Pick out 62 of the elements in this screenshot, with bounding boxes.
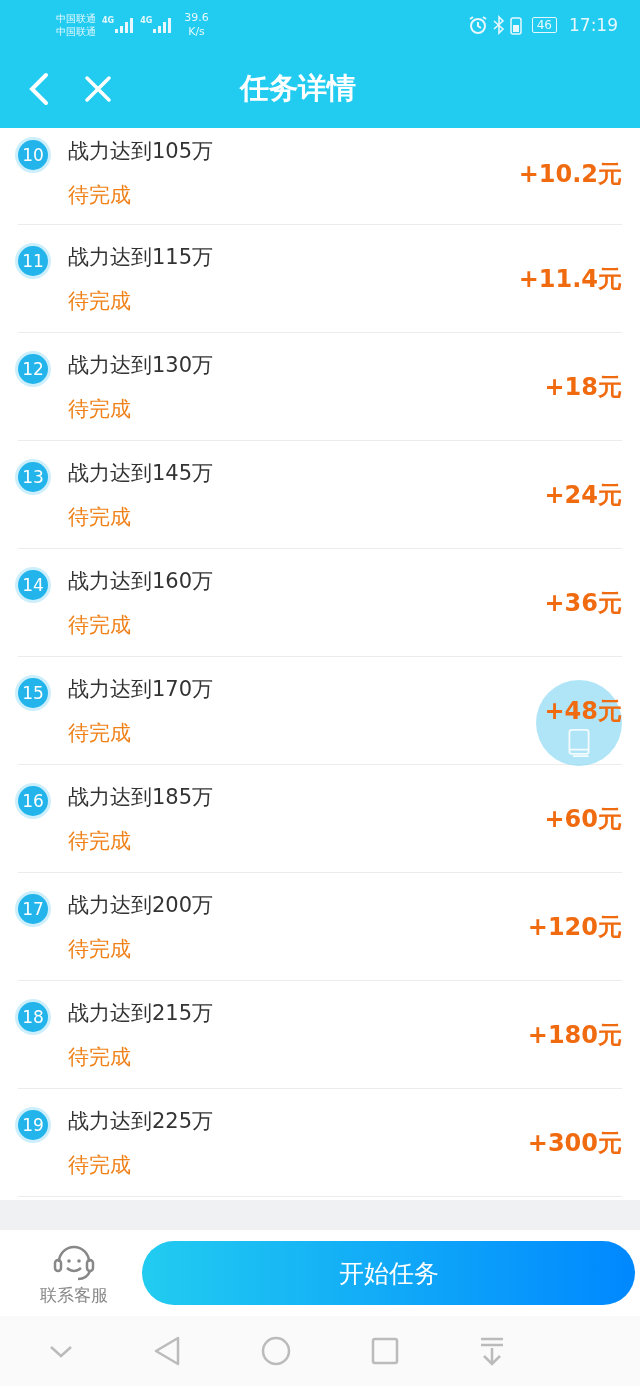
step-number: 16 bbox=[18, 785, 48, 816]
carrier-name: 中国联通 bbox=[56, 12, 96, 25]
step-number: 17 bbox=[18, 893, 48, 924]
recent-apps-icon[interactable] bbox=[370, 1336, 400, 1366]
step-number: 12 bbox=[18, 353, 48, 384]
task-reward: +11.4元 bbox=[518, 263, 622, 295]
step-number: 11 bbox=[18, 245, 48, 276]
task-status: 待完成 bbox=[68, 503, 132, 530]
task-title: 战力达到160万 bbox=[68, 567, 214, 594]
step-number: 14 bbox=[18, 569, 48, 600]
close-icon[interactable] bbox=[84, 75, 112, 103]
network-label: 4G bbox=[140, 16, 153, 25]
task-title: 战力达到115万 bbox=[68, 243, 214, 270]
task-status: 待完成 bbox=[68, 611, 132, 638]
book-icon bbox=[567, 728, 591, 758]
task-title: 战力达到170万 bbox=[68, 675, 214, 702]
task-status: 待完成 bbox=[68, 1151, 132, 1178]
bluetooth-icon bbox=[491, 15, 506, 35]
battery-level: 46 bbox=[531, 17, 557, 33]
network-speed: K/s bbox=[188, 25, 205, 39]
step-number: 18 bbox=[18, 1001, 48, 1032]
task-status: 待完成 bbox=[68, 287, 132, 314]
task-title: 战力达到185万 bbox=[68, 783, 214, 810]
back-icon[interactable] bbox=[28, 72, 50, 106]
back-icon[interactable] bbox=[152, 1335, 182, 1367]
task-reward: +24元 bbox=[544, 479, 622, 511]
home-icon[interactable] bbox=[260, 1335, 292, 1367]
network-label: 4G bbox=[102, 16, 115, 25]
task-status: 待完成 bbox=[68, 719, 132, 746]
step-number: 10 bbox=[18, 140, 48, 170]
step-number: 15 bbox=[18, 677, 48, 708]
step-number: 19 bbox=[18, 1109, 48, 1140]
collapse-icon[interactable] bbox=[48, 1343, 74, 1359]
page-title: 任务详情 bbox=[240, 70, 356, 107]
task-title: 战力达到105万 bbox=[68, 138, 214, 164]
task-title: 战力达到200万 bbox=[68, 891, 214, 918]
task-status: 待完成 bbox=[68, 935, 132, 962]
task-reward: +48元 bbox=[544, 695, 622, 727]
task-reward: +120元 bbox=[527, 911, 622, 943]
battery-saver-icon bbox=[509, 15, 522, 35]
task-reward: +180元 bbox=[527, 1019, 622, 1051]
task-status: 待完成 bbox=[68, 827, 132, 854]
customer-service-label[interactable]: 联系客服 bbox=[40, 1283, 108, 1307]
task-title: 战力达到145万 bbox=[68, 459, 214, 486]
notification-pull-icon[interactable] bbox=[478, 1336, 506, 1366]
task-title: 战力达到215万 bbox=[68, 999, 214, 1026]
task-title: 战力达到225万 bbox=[68, 1107, 214, 1134]
task-status: 待完成 bbox=[68, 1043, 132, 1070]
clock: 17:19 bbox=[569, 15, 618, 35]
step-number: 13 bbox=[18, 461, 48, 492]
carrier-name: 中国联通 bbox=[56, 25, 96, 38]
start-task-button[interactable]: 开始任务 bbox=[142, 1241, 635, 1305]
task-reward: +36元 bbox=[544, 587, 622, 619]
network-speed: 39.6 bbox=[184, 11, 209, 25]
task-title: 战力达到130万 bbox=[68, 351, 214, 378]
task-reward: +10.2元 bbox=[518, 159, 622, 190]
task-reward: +300元 bbox=[527, 1127, 622, 1159]
alarm-icon bbox=[467, 15, 488, 35]
task-reward: +60元 bbox=[544, 803, 622, 835]
task-status: 待完成 bbox=[68, 182, 132, 208]
task-reward: +18元 bbox=[544, 371, 622, 403]
task-status: 待完成 bbox=[68, 395, 132, 422]
